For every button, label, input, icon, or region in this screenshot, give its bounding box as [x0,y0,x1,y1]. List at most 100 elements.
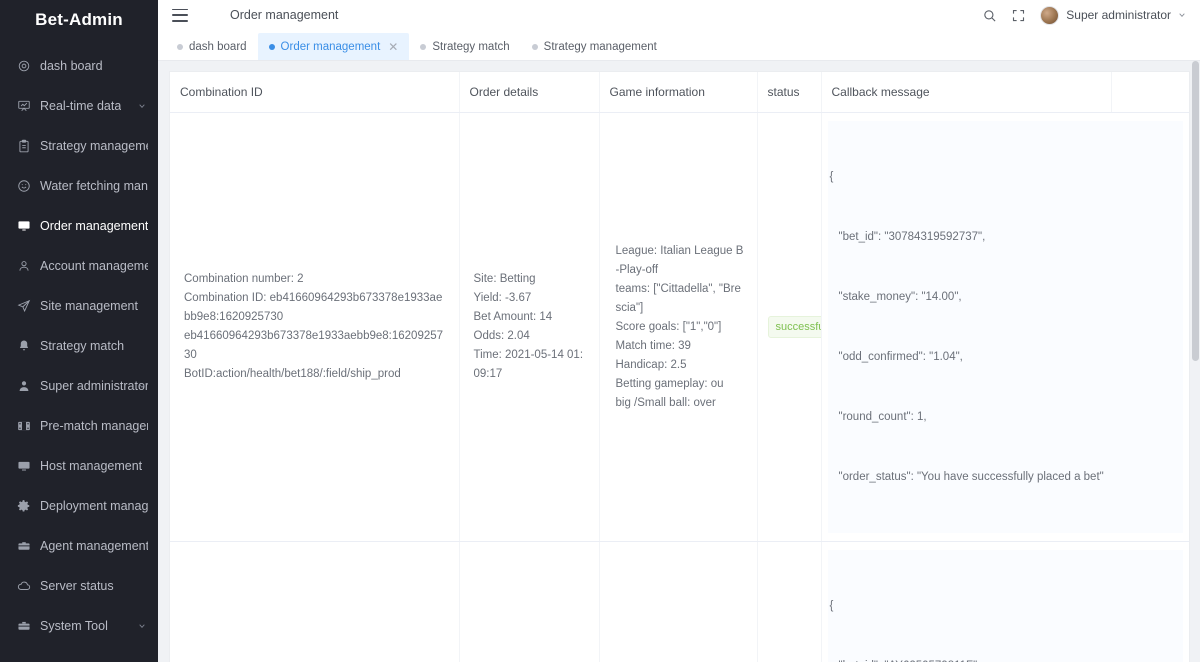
monitor-filled-icon [16,459,31,474]
tab-dot-icon [531,43,538,50]
order-odds: Odds: 2.04 [473,330,530,342]
user-filled-icon [16,379,31,394]
sidebar-item-label: Deployment management [40,499,148,513]
json-line: "bet_id": "30784319592737", [838,231,986,243]
sidebar-item-label: Real-time data [40,99,122,113]
bell-icon [16,339,31,354]
column-header-spacer [1111,72,1189,113]
tab-label: Order management [280,40,381,53]
sidebar-item-label: Strategy management [40,139,148,153]
tab-dot-icon [420,43,427,50]
close-icon[interactable]: ✕ [388,41,398,53]
callback-json: { "bet_id": "30784319592737", "stake_mon… [827,121,1183,533]
top-bar: Order management Super administrator [158,0,1200,30]
game-match-time: Match time: 39 [615,339,691,352]
table-row[interactable]: Combination number: 2 Combination ID: eb… [170,112,1189,542]
sidebar-item-label: Site management [40,299,138,313]
sidebar-item-label: Account management [40,259,148,273]
game-ball-direction: big /Small ball: over [615,396,716,409]
user-menu[interactable]: Super administrator [1040,5,1186,25]
menu-toggle-icon[interactable] [172,8,188,22]
user-name: Super administrator [1066,8,1171,22]
column-header-callback-message[interactable]: Callback message [821,72,1112,113]
json-line: { [829,171,834,183]
order-yield: Yield: -3.67 [473,292,532,304]
sidebar-item-dash-board[interactable]: dash board [0,46,158,86]
tab-strategy-management[interactable]: Strategy management [521,33,668,60]
cell-game-information: League: Italian League B-Play-off teams:… [599,112,758,542]
sidebar-nav: dash board Real-time data Strategy manag… [0,40,158,646]
sidebar-item-system-tool[interactable]: System Tool [0,606,158,646]
page-scrollbar[interactable] [1191,61,1200,662]
tab-dot-icon [177,43,183,50]
column-header-status[interactable]: status [757,72,822,113]
brand-title: Bet-Admin [35,10,123,29]
sidebar-item-real-time-data[interactable]: Real-time data [0,86,158,126]
tab-strategy-match[interactable]: Strategy match [409,33,520,60]
tab-dot-icon [268,43,275,50]
chevron-down-icon [138,382,146,390]
sidebar-item-water-fetching-management[interactable]: Water fetching management [0,166,158,206]
avatar [1040,5,1060,25]
sidebar-item-label: Agent management [40,539,148,553]
orders-table-card: Combination ID Order details Game inform… [169,71,1190,662]
column-header-order-details[interactable]: Order details [459,72,600,113]
sidebar-item-order-management[interactable]: Order management [0,206,158,246]
cell-combination-id: Combination number: 2 Combination ID: eb… [170,112,460,542]
user-icon [16,259,31,274]
cell-order-details: Site: Betting Yield: -3.67 Bet Amount: 1… [459,112,600,542]
fullscreen-icon[interactable] [1011,8,1026,23]
sidebar-item-pre-match-management[interactable]: Pre-match management [0,406,158,446]
sidebar-item-site-management[interactable]: Site management [0,286,158,326]
sidebar-item-label: dash board [40,59,103,73]
main-area: Order management Super administrator das… [158,0,1200,662]
gear-icon [16,59,31,74]
tab-bar: dash board Order management ✕ Strategy m… [158,30,1200,61]
table-header-row: Combination ID Order details Game inform… [170,72,1189,113]
table-head: Combination ID Order details Game inform… [170,72,1189,113]
search-icon[interactable] [982,8,997,23]
order-site: Site: Betting [473,273,536,285]
game-league: League: Italian League B-Play-off [615,244,744,276]
sidebar-item-strategy-match[interactable]: Strategy match [0,326,158,366]
sidebar-item-deployment-management[interactable]: Deployment management [0,486,158,526]
table-body: Combination number: 2 Combination ID: eb… [170,112,1189,662]
cell-status: successfully [757,112,822,542]
sidebar-item-host-management[interactable]: Host management [0,446,158,486]
tab-order-management[interactable]: Order management ✕ [257,33,410,60]
tab-dash-board[interactable]: dash board [166,33,258,60]
order-time: Time: 2021-05-14 01:09:17 [473,349,584,380]
presentation-icon [16,99,31,114]
sidebar-item-label: Host management [40,459,143,473]
orders-table: Combination ID Order details Game inform… [170,72,1189,662]
sidebar-item-label: Pre-match management [40,419,148,433]
sidebar-item-label: Server status [40,579,114,593]
table-row[interactable]: Combination number: 0 Combination ID: 20… [170,541,1189,662]
sidebar-item-label: Strategy match [40,339,125,353]
sidebar-item-strategy-management[interactable]: Strategy management [0,126,158,166]
sidebar-item-super-administrator[interactable]: Super administrator [0,366,158,406]
game-betting-method: Betting gameplay: ou [615,377,724,390]
cell-game-information: League: German Second Division Team: ["K… [599,541,758,662]
column-header-game-information[interactable]: Game information [599,72,758,113]
chevron-down-icon [138,622,146,630]
cell-status: successfully [757,541,822,662]
json-line: "odd_confirmed": "1.04", [838,351,963,363]
top-bar-actions: Super administrator [982,5,1186,25]
status-badge: successfully [767,316,820,338]
page-scrollbar-thumb[interactable] [1192,61,1199,361]
column-header-combination-id[interactable]: Combination ID [170,72,460,113]
sidebar-item-server-status[interactable]: Server status [0,566,158,606]
json-line: "bet_id": "AY6250579811F", [830,656,1182,662]
sidebar-item-agent-management[interactable]: Agent management [0,526,158,566]
sidebar-item-label: Super administrator [40,379,148,393]
sidebar-item-account-management[interactable]: Account management [0,246,158,286]
sidebar-item-label: Order management [40,219,148,233]
order-bet-amount: Bet Amount: 14 [473,311,553,323]
sidebar-item-label: System Tool [40,619,108,633]
gear-filled-icon [16,499,31,514]
cell-callback-message: { "bet_id": "AY6250579811F", "stake_mone… [821,541,1189,662]
json-line: "stake_money": "14.00", [838,291,962,303]
content-area: Combination ID Order details Game inform… [158,61,1200,662]
callback-json: { "bet_id": "AY6250579811F", "stake_mone… [827,550,1183,662]
